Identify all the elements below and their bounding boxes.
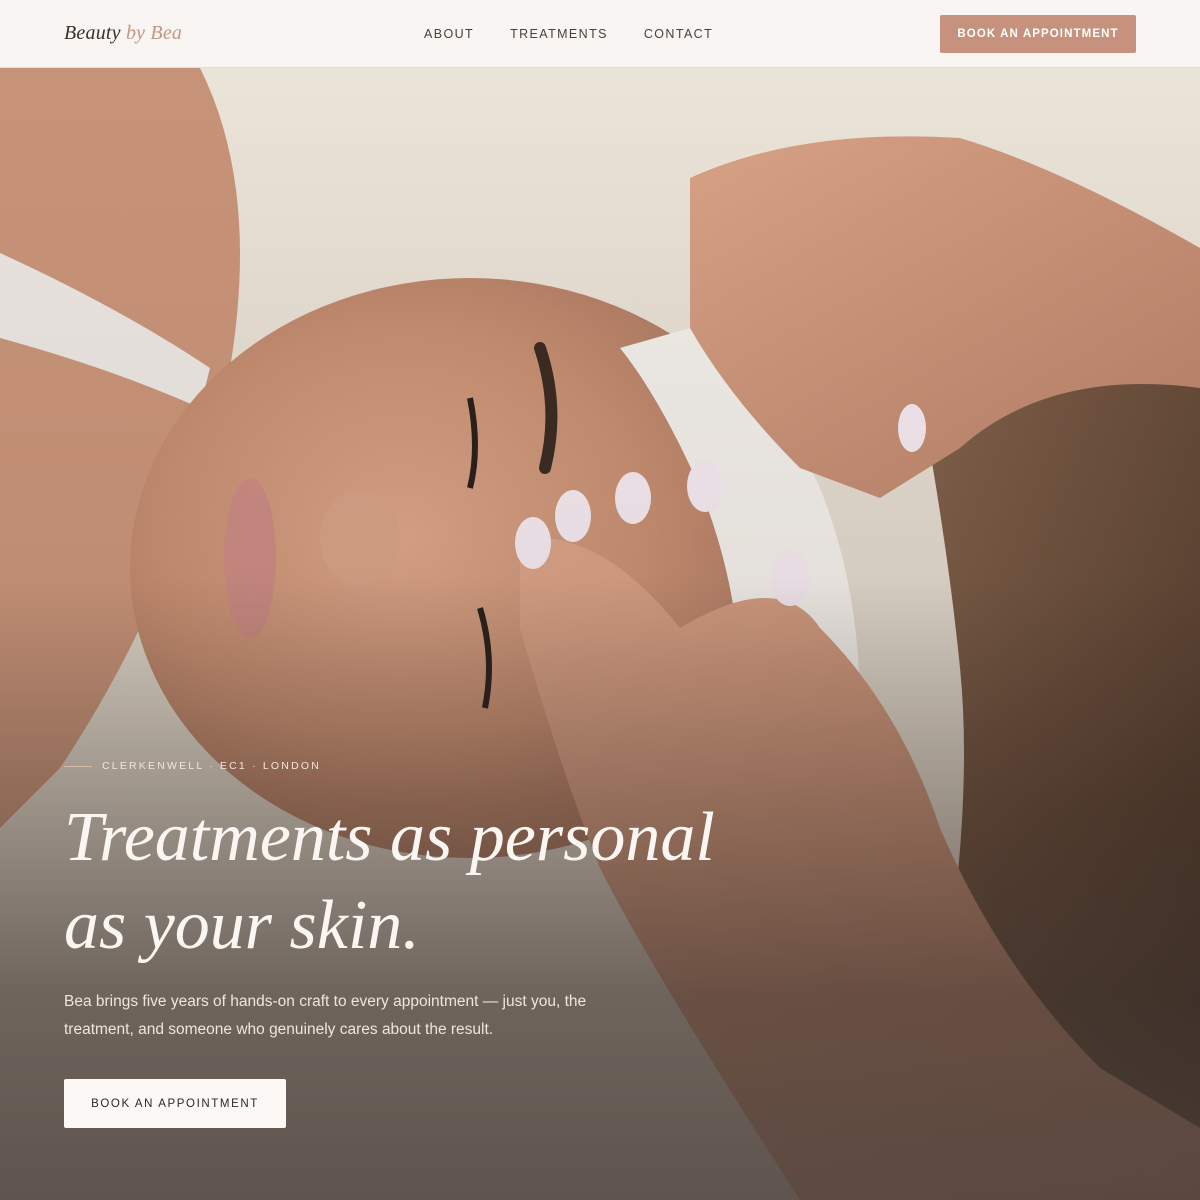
hero-headline-line-1: Treatments as personal bbox=[64, 799, 715, 876]
page: Beauty by Bea ABOUT TREATMENTS CONTACT B… bbox=[0, 0, 1200, 1200]
nav-link-treatments[interactable]: TREATMENTS bbox=[510, 27, 608, 41]
hero-headline: Treatments as personal as your skin. bbox=[64, 794, 824, 970]
nav-links: ABOUT TREATMENTS CONTACT bbox=[424, 27, 713, 41]
hero-description: Bea brings five years of hands-on craft … bbox=[64, 993, 587, 1038]
brand-name-primary: Beauty bbox=[64, 22, 121, 44]
nav-book-appointment-button[interactable]: BOOK AN APPOINTMENT bbox=[940, 15, 1136, 53]
nav-link-contact[interactable]: CONTACT bbox=[644, 27, 713, 41]
hero-book-appointment-button[interactable]: BOOK AN APPOINTMENT bbox=[64, 1079, 286, 1128]
top-navigation: Beauty by Bea ABOUT TREATMENTS CONTACT B… bbox=[0, 0, 1200, 68]
hero-section: CLERKENWELL · EC1 · LONDON Treatments as… bbox=[0, 68, 1200, 1200]
brand-name-accent: by Bea bbox=[125, 22, 183, 44]
location-label: CLERKENWELL · EC1 · LONDON bbox=[102, 760, 322, 772]
eyebrow-rule bbox=[64, 765, 92, 767]
hero-eyebrow: CLERKENWELL · EC1 · LONDON bbox=[64, 760, 321, 772]
nav-link-about[interactable]: ABOUT bbox=[424, 27, 474, 41]
brand-logo[interactable]: Beauty by Bea bbox=[64, 22, 182, 45]
hero-headline-line-2: as your skin. bbox=[64, 887, 420, 964]
